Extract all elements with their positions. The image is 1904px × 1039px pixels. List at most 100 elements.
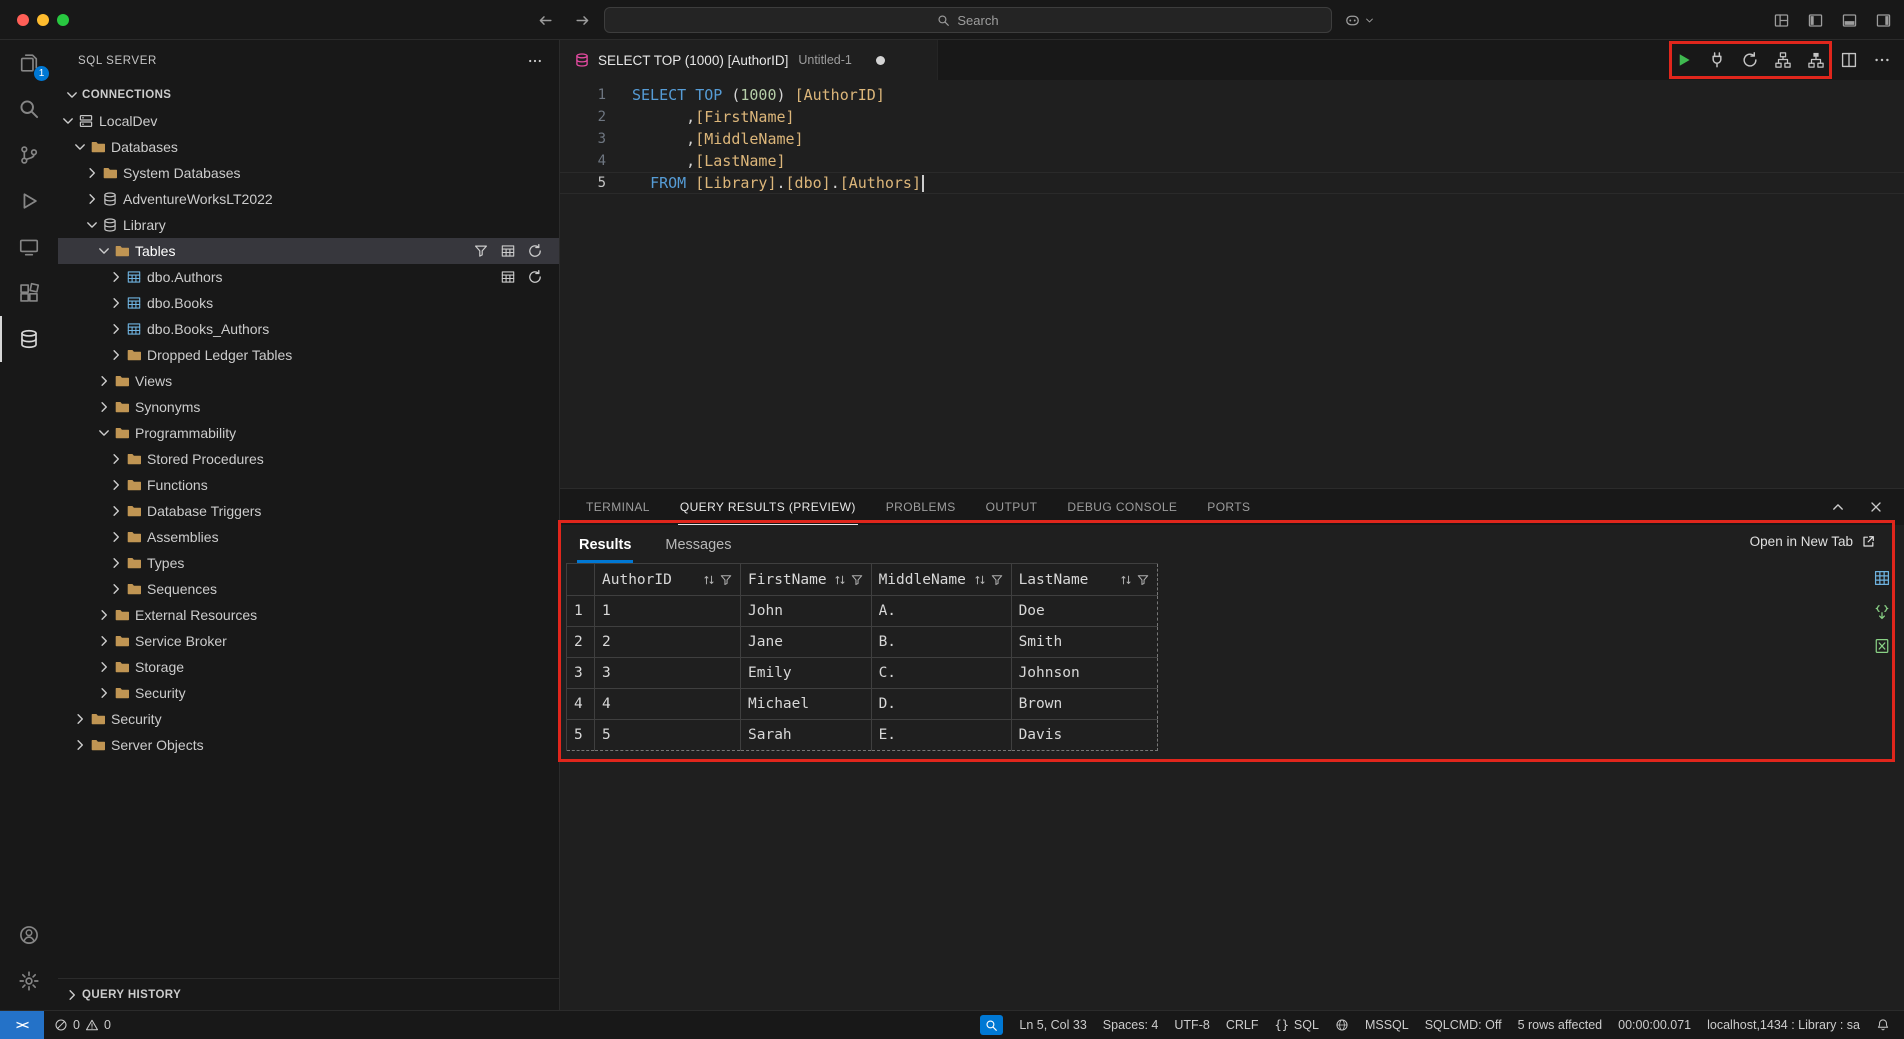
grid-cell[interactable]: Brown <box>1011 689 1157 720</box>
panel-tab-terminal[interactable]: TERMINAL <box>584 489 652 525</box>
code-line-5[interactable]: 5 FROM [Library].[dbo].[Authors] <box>560 172 1904 194</box>
copilot-menu[interactable] <box>1344 0 1375 40</box>
grid-row-number[interactable]: 1 <box>567 596 595 627</box>
status-mssql-provider[interactable]: MSSQL <box>1357 1011 1417 1039</box>
grid-cell[interactable]: 3 <box>595 658 741 689</box>
grid-row-number[interactable]: 5 <box>567 720 595 751</box>
results-tab-messages[interactable]: Messages <box>663 529 733 563</box>
grid-corner-cell[interactable] <box>567 564 595 596</box>
code-line-4[interactable]: 4 ,[LastName] <box>560 150 1904 172</box>
activity-item-settings[interactable] <box>0 958 58 1004</box>
grid-cell[interactable]: Emily <box>741 658 872 689</box>
tree-item-dbo-authors[interactable]: dbo.Authors <box>58 264 559 290</box>
remote-indicator[interactable]: >< <box>0 1011 44 1039</box>
tree-item-databases[interactable]: Databases <box>58 134 559 160</box>
activity-item-sql-server[interactable] <box>0 316 58 362</box>
tree-item-dbo-books[interactable]: dbo.Books <box>58 290 559 316</box>
estimated-plan-button[interactable] <box>1774 51 1792 69</box>
tree-item-sequences[interactable]: Sequences <box>58 576 559 602</box>
customize-layout-icon-button[interactable] <box>1773 12 1790 29</box>
tree-item-external-resources[interactable]: External Resources <box>58 602 559 628</box>
grid-cell[interactable]: B. <box>871 627 1011 658</box>
code-line-3[interactable]: 3 ,[MiddleName] <box>560 128 1904 150</box>
change-connection-button[interactable] <box>1741 51 1759 69</box>
results-tab-results[interactable]: Results <box>577 529 633 563</box>
grid-column-header-middlename[interactable]: MiddleName <box>871 564 1011 596</box>
go-forward-button[interactable] <box>574 12 591 29</box>
more-actions-button[interactable] <box>1873 51 1891 69</box>
grid-cell[interactable]: 5 <box>595 720 741 751</box>
actual-plan-button[interactable] <box>1807 51 1825 69</box>
toggle-secondary-sidebar-icon-button[interactable] <box>1875 12 1892 29</box>
tree-item-assemblies[interactable]: Assemblies <box>58 524 559 550</box>
tree-item-stored-procedures[interactable]: Stored Procedures <box>58 446 559 472</box>
grid-cell[interactable]: Michael <box>741 689 872 720</box>
activity-item-extensions[interactable] <box>0 270 58 316</box>
tree-item-localdev[interactable]: LocalDev <box>58 108 559 134</box>
tree-item-security[interactable]: Security <box>58 680 559 706</box>
grid-row-number[interactable]: 2 <box>567 627 595 658</box>
grid-cell[interactable]: C. <box>871 658 1011 689</box>
status-encoding[interactable]: UTF-8 <box>1166 1011 1217 1039</box>
toggle-panel-icon-button[interactable] <box>1841 12 1858 29</box>
status-indentation[interactable]: Spaces: 4 <box>1095 1011 1167 1039</box>
grid-cell[interactable]: John <box>741 596 872 627</box>
refresh-icon[interactable] <box>527 243 543 259</box>
panel-tab-output[interactable]: OUTPUT <box>984 489 1040 525</box>
grid-cell[interactable]: 2 <box>595 627 741 658</box>
table-icon[interactable] <box>500 269 516 285</box>
close-panel-button[interactable] <box>1868 499 1884 515</box>
status-notifications[interactable] <box>1868 1011 1898 1039</box>
grid-row-number[interactable]: 4 <box>567 689 595 720</box>
grid-cell[interactable]: Smith <box>1011 627 1157 658</box>
tree-item-dbo-books-authors[interactable]: dbo.Books_Authors <box>58 316 559 342</box>
tree-item-database-triggers[interactable]: Database Triggers <box>58 498 559 524</box>
activity-item-search[interactable] <box>0 86 58 132</box>
grid-cell[interactable]: Davis <box>1011 720 1157 751</box>
tree-item-tables[interactable]: Tables <box>58 238 559 264</box>
activity-item-accounts[interactable] <box>0 912 58 958</box>
grid-column-header-firstname[interactable]: FirstName <box>741 564 872 596</box>
panel-tab-problems[interactable]: PROBLEMS <box>884 489 958 525</box>
save-as-excel-icon[interactable] <box>1873 637 1891 655</box>
maximize-grid-icon[interactable] <box>1873 569 1891 587</box>
grid-cell[interactable]: Johnson <box>1011 658 1157 689</box>
grid-cell[interactable]: 1 <box>595 596 741 627</box>
connections-section-header[interactable]: CONNECTIONS <box>58 82 559 108</box>
grid-cell[interactable]: A. <box>871 596 1011 627</box>
go-back-button[interactable] <box>537 12 554 29</box>
tree-item-functions[interactable]: Functions <box>58 472 559 498</box>
split-editor-button[interactable] <box>1840 51 1858 69</box>
activity-item-remote-explorer[interactable] <box>0 224 58 270</box>
window-minimize-button[interactable] <box>37 14 49 26</box>
tree-item-service-broker[interactable]: Service Broker <box>58 628 559 654</box>
tree-item-views[interactable]: Views <box>58 368 559 394</box>
modified-indicator[interactable] <box>876 56 885 65</box>
grid-cell[interactable]: Jane <box>741 627 872 658</box>
tree-item-dropped-ledger-tables[interactable]: Dropped Ledger Tables <box>58 342 559 368</box>
grid-cell[interactable]: Doe <box>1011 596 1157 627</box>
save-as-json-icon[interactable] <box>1873 603 1891 621</box>
run-query-button[interactable] <box>1675 51 1693 69</box>
activity-item-explorer[interactable]: 1 <box>0 40 58 86</box>
grid-cell[interactable]: D. <box>871 689 1011 720</box>
code-line-2[interactable]: 2 ,[FirstName] <box>560 106 1904 128</box>
activity-item-run-and-debug[interactable] <box>0 178 58 224</box>
status-cursor-position[interactable]: Ln 5, Col 33 <box>1011 1011 1094 1039</box>
open-in-new-tab-button[interactable]: Open in New Tab <box>1750 534 1876 549</box>
window-zoom-button[interactable] <box>57 14 69 26</box>
editor-tab[interactable]: SELECT TOP (1000) [AuthorID] Untitled-1 <box>560 40 938 80</box>
tree-item-storage[interactable]: Storage <box>58 654 559 680</box>
status-language-mode[interactable]: {}SQL <box>1266 1011 1326 1039</box>
panel-tab-ports[interactable]: PORTS <box>1205 489 1252 525</box>
window-close-button[interactable] <box>17 14 29 26</box>
panel-tab-query-results-preview[interactable]: QUERY RESULTS (PREVIEW) <box>678 489 858 525</box>
grid-column-header-lastname[interactable]: LastName <box>1011 564 1157 596</box>
grid-row-number[interactable]: 3 <box>567 658 595 689</box>
tree-item-adventureworkslt2022[interactable]: AdventureWorksLT2022 <box>58 186 559 212</box>
problems-status[interactable]: 0 0 <box>44 1011 121 1039</box>
maximize-panel-button[interactable] <box>1830 499 1846 515</box>
status-query-time[interactable]: 00:00:00.071 <box>1610 1011 1699 1039</box>
sidebar-more-actions-button[interactable] <box>527 53 543 69</box>
command-center-search[interactable]: Search <box>604 7 1332 33</box>
